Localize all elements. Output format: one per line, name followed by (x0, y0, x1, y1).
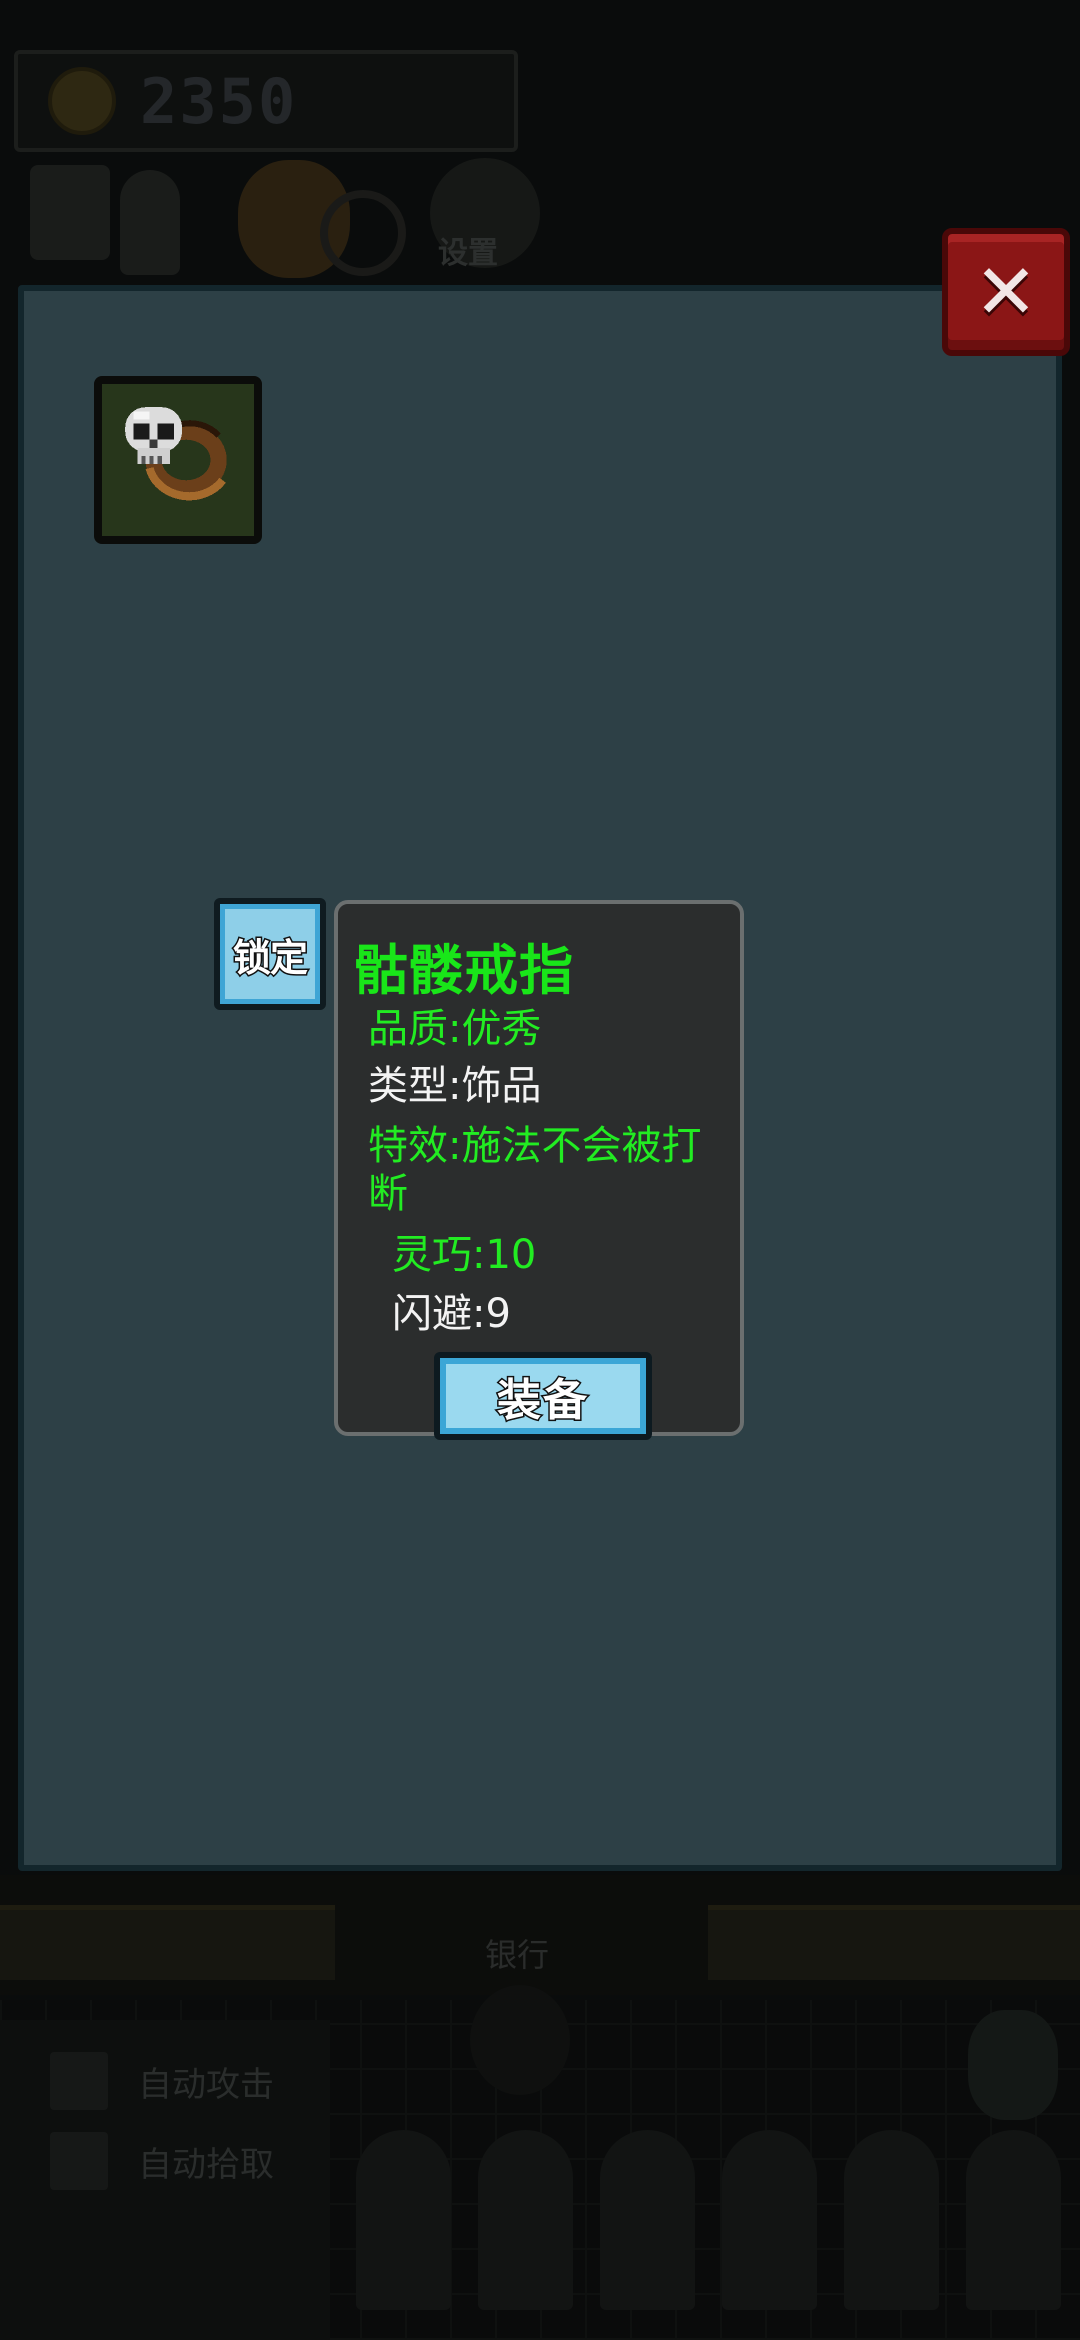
stat-agility: 灵巧:10 (392, 1232, 537, 1278)
auto-options-panel: 自动攻击 自动拾取 (0, 2020, 330, 2340)
equip-label: 装备 (496, 1374, 589, 1428)
bank-label: 银行 (485, 1936, 550, 1974)
tombstone (356, 2130, 451, 2310)
inventory-slot[interactable] (94, 376, 262, 544)
close-icon: ✕ (974, 247, 1038, 336)
item-tooltip: 骷髅戒指 品质:优秀 类型:饰品 特效:施法不会被打断 灵巧:10 闪避:9 装… (334, 900, 744, 1440)
auto-attack-row: 自动攻击 (50, 2052, 274, 2110)
bottom-strip-left (0, 1905, 335, 1980)
tombstone (722, 2130, 817, 2310)
tombstone (478, 2130, 573, 2310)
auto-pickup-label: 自动拾取 (138, 2144, 274, 2185)
auto-attack-label: 自动攻击 (138, 2064, 274, 2105)
bank-npc-icon (470, 1985, 570, 2095)
lock-button[interactable]: 锁定 (214, 898, 326, 1010)
tombstone (844, 2130, 939, 2310)
lock-label: 锁定 (231, 934, 309, 981)
coin-value: 2350 (140, 64, 298, 138)
quest-list-icon (30, 165, 110, 260)
game-screen: 2350 设置 银行 自动攻击 自动拾取 ✕ 锁定 骷髅戒指 品质:优秀 类型:… (0, 0, 1080, 2340)
ring-icon (320, 190, 406, 276)
item-effect: 特效:施法不会被打断 (368, 1123, 702, 1217)
equip-button[interactable]: 装备 (434, 1352, 652, 1440)
boss-portrait-icon (968, 2010, 1058, 2120)
bottom-strip-right (708, 1905, 1080, 1980)
close-button[interactable]: ✕ (942, 228, 1070, 356)
settings-label: 设置 (438, 236, 498, 271)
item-type: 类型:饰品 (368, 1063, 542, 1109)
item-quality: 品质:优秀 (368, 1006, 542, 1052)
tombstone (966, 2130, 1061, 2310)
auto-attack-checkbox (50, 2052, 108, 2110)
auto-pickup-checkbox (50, 2132, 108, 2190)
stat-dodge: 闪避:9 (392, 1291, 511, 1337)
coin-counter: 2350 (14, 50, 518, 152)
auto-pickup-row: 自动拾取 (50, 2132, 274, 2190)
character-icon (120, 170, 180, 275)
tombstone (600, 2130, 695, 2310)
coin-icon (48, 67, 116, 135)
skull-ring-icon (125, 407, 227, 501)
item-name: 骷髅戒指 (354, 939, 574, 1002)
